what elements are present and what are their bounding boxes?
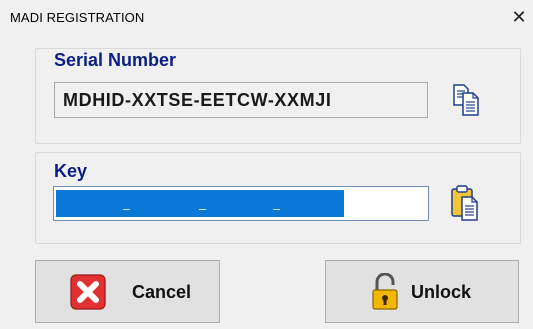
window-title: MADI REGISTRATION	[10, 10, 145, 25]
key-selection-highlight	[56, 190, 344, 217]
serial-number-field[interactable]: MDHID-XXTSE-EETCW-XXMJI	[54, 82, 428, 118]
title-bar: MADI REGISTRATION ✕	[0, 0, 533, 34]
cancel-button[interactable]: Cancel	[35, 260, 220, 323]
unlock-button[interactable]: Unlock	[325, 260, 519, 323]
cancel-button-label: Cancel	[132, 282, 192, 302]
key-label: Key	[52, 161, 90, 182]
close-icon[interactable]: ✕	[509, 6, 529, 28]
padlock-open-icon	[371, 272, 401, 311]
serial-number-value: MDHID-XXTSE-EETCW-XXMJI	[63, 90, 332, 110]
serial-number-label: Serial Number	[52, 50, 179, 71]
key-separator-dash	[199, 209, 206, 210]
cancel-x-icon	[70, 274, 106, 310]
copy-icon[interactable]	[449, 82, 485, 118]
key-input[interactable]	[53, 186, 429, 221]
key-group: Key	[35, 152, 521, 244]
key-separator-dash	[273, 209, 280, 210]
registration-window: MADI REGISTRATION ✕ Serial Number MDHID-…	[0, 0, 533, 329]
paste-icon[interactable]	[449, 184, 485, 221]
unlock-button-label: Unlock	[411, 282, 472, 302]
serial-number-group: Serial Number MDHID-XXTSE-EETCW-XXMJI	[35, 48, 521, 144]
key-separator-dash	[123, 209, 130, 210]
